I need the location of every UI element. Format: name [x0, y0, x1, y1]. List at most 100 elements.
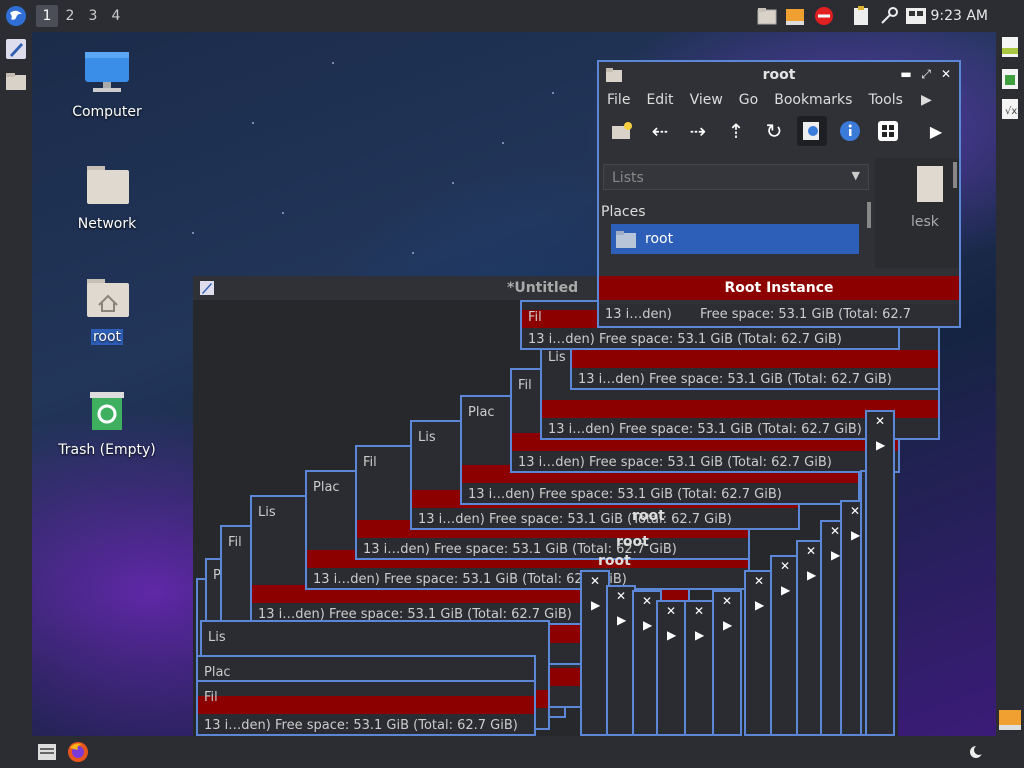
ghost-close-icon: ✕ [616, 589, 627, 603]
math-formula-icon[interactable]: √x [999, 98, 1021, 120]
home-folder-icon [87, 279, 129, 317]
desktop-icon-label: Network [77, 216, 137, 232]
minimize-button[interactable]: ▬ [899, 67, 913, 81]
svg-text:√x: √x [1005, 106, 1017, 117]
workspace-2-button[interactable]: 2 [59, 5, 81, 27]
forward-button[interactable]: ⇢ [683, 116, 713, 146]
key-tray-icon[interactable] [878, 5, 900, 27]
file-manager-tray-icon[interactable] [756, 5, 778, 27]
menu-file[interactable]: File [607, 92, 630, 108]
side-pane: Lists ▼ Places root [599, 158, 873, 278]
file-view-pane[interactable]: lesk [875, 158, 959, 268]
info-button[interactable] [835, 116, 865, 146]
icon-view-button[interactable] [873, 116, 903, 146]
ghost-text-fragment: Lis [418, 430, 436, 445]
ghost-text-fragment: Fil [204, 690, 218, 705]
desktop-icon-network[interactable]: Network [52, 162, 162, 232]
side-pane-scrollbar[interactable] [867, 202, 871, 228]
toolbar: ⇠ ⇢ ⇡ ↻ ▶ [599, 112, 959, 150]
menu-bookmarks[interactable]: Bookmarks [774, 92, 852, 108]
menu-go[interactable]: Go [739, 92, 758, 108]
ghost-close-icon: ✕ [590, 574, 601, 588]
document-qt-icon[interactable] [999, 36, 1021, 58]
ghost-arrow-icon: ▶ [667, 628, 677, 642]
menu-overflow-arrow-icon[interactable]: ▶ [921, 92, 932, 108]
up-arrow-icon: ⇡ [727, 119, 745, 143]
firefox-icon[interactable] [66, 740, 90, 764]
file-manager-launcher-icon[interactable] [5, 70, 27, 92]
file-view-scrollbar[interactable] [953, 162, 957, 188]
desktop-icon-label: root [90, 329, 124, 345]
ghost-arrow-icon: ▶ [755, 598, 765, 612]
ghost-text-fragment: Lis [548, 350, 566, 365]
ghost-status-text: 13 i…den) Free space: 53.1 GiB (Total: 6… [578, 372, 892, 387]
show-desktop-icon[interactable] [36, 741, 58, 763]
stop-tray-icon[interactable] [813, 5, 835, 27]
file-manager-window[interactable]: root ▬ ⤢ ✕ File Edit View Go Bookmarks T… [597, 60, 961, 328]
ghost-text-fragment: Plac [468, 405, 495, 420]
ghost-close-icon: ✕ [780, 559, 791, 573]
menu-edit[interactable]: Edit [646, 92, 673, 108]
ghost-status-text: 13 i…den) Free space: 53.1 GiB (Total: 6… [204, 718, 518, 733]
ghost-text-fragment: Plac [313, 480, 340, 495]
ghost-window-frame: 13 i…den) Free space: 53.1 GiB (Total: 6… [196, 680, 536, 736]
places-item-root[interactable]: root [611, 224, 859, 254]
reload-icon: ↻ [765, 119, 783, 143]
ghost-window-frame: ✕▶ [656, 600, 686, 736]
ghost-arrow-icon: ▶ [723, 618, 733, 632]
trash-icon [90, 392, 124, 430]
ghost-status-text: 13 i…den) Free space: 53.1 GiB (Total: 6… [468, 487, 782, 502]
file-manager-titlebar[interactable]: root ▬ ⤢ ✕ [599, 62, 959, 88]
ghost-text-fragment: Fil [518, 378, 532, 393]
ghost-close-icon: ✕ [875, 414, 886, 428]
workspace-3-button[interactable]: 3 [82, 5, 104, 27]
places-item-label: root [645, 231, 674, 247]
toolbar-overflow-arrow-icon[interactable]: ▶ [921, 116, 951, 146]
menu-bar: File Edit View Go Bookmarks Tools ▶ [599, 88, 959, 112]
clock[interactable]: 9:23 AM [930, 8, 988, 24]
side-pane-mode-value: Lists [612, 170, 644, 186]
spreadsheet-icon[interactable] [999, 68, 1021, 90]
new-tab-icon [612, 122, 632, 139]
menu-view[interactable]: View [690, 92, 723, 108]
ghost-status-text: 13 i…den) Free space: 53.1 GiB (Total: 6… [418, 512, 732, 527]
ghost-text-fragment: Lis [258, 505, 276, 520]
up-button[interactable]: ⇡ [721, 116, 751, 146]
ghost-arrow-icon: ▶ [591, 598, 601, 612]
desktop-icon-trash[interactable]: Trash (Empty) [52, 388, 162, 458]
ghost-close-icon: ✕ [722, 594, 733, 608]
info-icon [840, 121, 860, 141]
ghost-arrow-icon: ▶ [876, 438, 886, 452]
maximize-icon[interactable]: ⤢ [919, 67, 933, 82]
drive-tray-icon[interactable] [784, 5, 806, 27]
desktop-folder-icon [917, 166, 943, 202]
forward-arrow-icon: ⇢ [689, 119, 707, 143]
home-folder-icon [616, 231, 636, 248]
ghost-arrow-icon: ▶ [781, 583, 791, 597]
reload-button[interactable]: ↻ [759, 116, 789, 146]
clipboard-tray-icon[interactable] [850, 5, 872, 27]
ghost-arrow-icon: ▶ [617, 613, 627, 627]
keyboard-tray-icon[interactable] [905, 5, 927, 27]
editor-window-icon [199, 280, 215, 296]
new-tab-button[interactable] [607, 116, 637, 146]
desktop-icon-computer[interactable]: Computer [52, 50, 162, 120]
drive-icon[interactable] [998, 708, 1022, 732]
left-launcher-panel [0, 32, 32, 736]
ghost-root-banner [198, 696, 534, 714]
ghost-text-fragment: Fil [528, 310, 542, 325]
top-panel: 1 2 3 4 9:23 AM [0, 0, 1024, 32]
side-pane-mode-select[interactable]: Lists ▼ [603, 164, 869, 190]
night-mode-icon[interactable] [966, 742, 986, 762]
back-button[interactable]: ⇠ [645, 116, 675, 146]
workspace-1-button[interactable]: 1 [36, 5, 58, 27]
app-menu-icon[interactable] [2, 2, 30, 30]
back-arrow-icon: ⇠ [651, 119, 669, 143]
ghost-arrow-icon: ▶ [643, 618, 653, 632]
menu-tools[interactable]: Tools [868, 92, 903, 108]
close-button[interactable]: ✕ [939, 67, 953, 81]
view-details-button[interactable] [797, 116, 827, 146]
text-editor-launcher-icon[interactable] [5, 38, 27, 60]
workspace-4-button[interactable]: 4 [105, 5, 127, 27]
desktop-icon-root[interactable]: root [52, 275, 162, 345]
